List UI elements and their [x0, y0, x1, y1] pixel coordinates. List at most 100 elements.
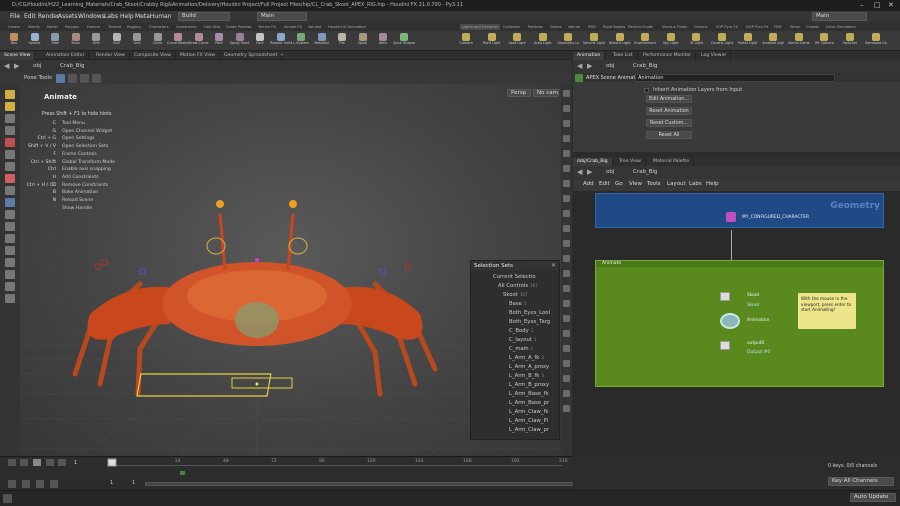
- selection-set-item[interactable]: L_Arm_B_proxy: [471, 380, 561, 389]
- shelf-tab[interactable]: Viscous Fluids: [662, 24, 687, 30]
- tab-geometry-spreadsheet[interactable]: Geometry Spreadsheet: [220, 52, 283, 60]
- shelf-tool[interactable]: Environment Light: [634, 32, 656, 50]
- shelf-tab[interactable]: Lights and Cameras: [460, 24, 500, 30]
- shelf-tool[interactable]: Spray Paint: [229, 32, 251, 50]
- network-menu-view[interactable]: View: [629, 181, 642, 187]
- display-option-icon[interactable]: [563, 240, 570, 247]
- back-icon[interactable]: ◀: [4, 62, 9, 70]
- tool-icon[interactable]: [92, 74, 101, 83]
- selection-set-item[interactable]: C_layout 1: [471, 335, 561, 344]
- shelf-tool[interactable]: Geometry Light: [557, 32, 579, 50]
- selection-set-item[interactable]: Both_Eyes_Targ: [471, 317, 561, 326]
- selection-set-item[interactable]: L_Arm_Claw_pr: [471, 425, 561, 434]
- shelf-tool[interactable]: Spiral: [352, 32, 374, 50]
- menu-metahuman[interactable]: MetaHuman: [135, 11, 172, 23]
- tab-render-view[interactable]: Render View: [92, 52, 130, 60]
- tool-icon[interactable]: [5, 126, 15, 135]
- path-node[interactable]: Crab_Big: [60, 63, 85, 69]
- persp-dropdown[interactable]: Persp: [507, 89, 531, 97]
- tool-icon[interactable]: [5, 174, 15, 183]
- edit-animation-button[interactable]: Edit Animation...: [646, 95, 692, 103]
- shelf-tool[interactable]: Camera: [455, 32, 477, 50]
- display-option-icon[interactable]: [563, 390, 570, 397]
- shelf-tool[interactable]: Stereo Camera: [788, 32, 810, 50]
- audio-icon[interactable]: [50, 480, 58, 488]
- shelf-tool[interactable]: Caustic Light: [711, 32, 733, 50]
- shelf-tool[interactable]: File: [331, 32, 353, 50]
- reset-animation-button[interactable]: Reset Animation: [646, 107, 692, 115]
- shelf-tab[interactable]: Deform: [87, 24, 100, 30]
- inherit-checkbox[interactable]: [644, 88, 649, 93]
- shelf-tab[interactable]: Collisions: [503, 24, 520, 30]
- shelf-tool[interactable]: Platonic Solids: [270, 32, 292, 50]
- minimize-icon[interactable]: –: [860, 0, 864, 11]
- tab-material-palette[interactable]: Material Palette: [649, 158, 695, 166]
- shelf-tab[interactable]: Guide Process: [226, 24, 251, 30]
- tab-scene-view[interactable]: Scene View: [0, 52, 36, 60]
- shelf-tool[interactable]: Circle: [147, 32, 169, 50]
- path-obj[interactable]: obj: [606, 169, 614, 175]
- display-option-icon[interactable]: [563, 285, 570, 292]
- shelf-tab[interactable]: Oceans: [694, 24, 707, 30]
- display-option-icon[interactable]: [563, 150, 570, 157]
- shelf-tab[interactable]: RBD: [588, 24, 596, 30]
- keyframe-icon[interactable]: [22, 480, 30, 488]
- display-option-icon[interactable]: [563, 255, 570, 262]
- display-option-icon[interactable]: [563, 105, 570, 112]
- shelf-tool[interactable]: Font: [249, 32, 271, 50]
- tab-composite-view[interactable]: Composite View: [130, 52, 176, 60]
- realtime-toggle-icon[interactable]: [8, 480, 16, 488]
- status-icon[interactable]: [3, 494, 12, 503]
- display-option-icon[interactable]: [563, 315, 570, 322]
- shelf-tab[interactable]: Wires: [790, 24, 800, 30]
- selection-set-item[interactable]: Both_Eyes_Lool: [471, 308, 561, 317]
- configured-character-node[interactable]: [726, 212, 736, 222]
- build-dropdown[interactable]: Build: [178, 12, 230, 21]
- display-option-icon[interactable]: [563, 195, 570, 202]
- shelf-tab[interactable]: Drive Simulation: [826, 24, 856, 30]
- shelf-tab[interactable]: SOP Pyro FX: [716, 24, 738, 30]
- auto-update-dropdown[interactable]: Auto Update: [850, 493, 896, 502]
- shelf-tool[interactable]: Path: [208, 32, 230, 50]
- shelf-tool[interactable]: Helix: [372, 32, 394, 50]
- menu-file[interactable]: File: [10, 11, 20, 23]
- shelf-tab[interactable]: Constraints: [176, 24, 197, 30]
- tool-icon[interactable]: [5, 138, 15, 147]
- desktop-dropdown[interactable]: Main: [257, 12, 307, 21]
- tool-icon[interactable]: [5, 270, 15, 279]
- network-menu-layout[interactable]: Layout: [667, 181, 686, 187]
- shelf-tab[interactable]: Particles: [528, 24, 543, 30]
- selection-set-item[interactable]: L_Arm_A_proxy: [471, 362, 561, 371]
- pose-tools-label[interactable]: Pose Tools: [24, 75, 52, 81]
- shelf-tab[interactable]: Simple FX: [284, 24, 302, 30]
- current-frame-marker[interactable]: [107, 458, 117, 467]
- shelf-tool[interactable]: Point Light: [481, 32, 503, 50]
- shelf-tool[interactable]: Portal Light: [737, 32, 759, 50]
- shelf-tab[interactable]: Grains: [550, 24, 562, 30]
- shelf-tool[interactable]: Distant Light: [609, 32, 631, 50]
- display-option-icon[interactable]: [563, 225, 570, 232]
- tab-animation[interactable]: Animation: [573, 52, 606, 60]
- sticky-note[interactable]: With the mouse in the viewport, press en…: [798, 293, 856, 329]
- loop-icon[interactable]: [36, 480, 44, 488]
- tool-icon[interactable]: [5, 282, 15, 291]
- menu-windows[interactable]: Windows: [78, 11, 105, 23]
- shelf-tool[interactable]: Sphere: [24, 32, 46, 50]
- display-option-icon[interactable]: [563, 90, 570, 97]
- keyframe-marker[interactable]: [180, 471, 185, 475]
- shelf-tool[interactable]: Torus: [65, 32, 87, 50]
- shelf-tab[interactable]: Terrain FX: [258, 24, 276, 30]
- menu-labs[interactable]: Labs: [104, 11, 118, 23]
- display-option-icon[interactable]: [563, 360, 570, 367]
- play-icon[interactable]: [46, 459, 54, 466]
- shelf-tool[interactable]: Draw Curve: [188, 32, 210, 50]
- network-menu-add[interactable]: Add: [583, 181, 594, 187]
- selection-set-item[interactable]: L_Arm_Base_pr: [471, 398, 561, 407]
- shelf-tab[interactable]: Texture: [108, 24, 121, 30]
- tool-icon[interactable]: [80, 74, 89, 83]
- tab-network[interactable]: /obj/Crab_Big: [573, 158, 613, 166]
- tab-take-list[interactable]: Take List: [609, 52, 638, 60]
- selection-set-item[interactable]: Skoot 167: [471, 290, 561, 299]
- current-frame-field[interactable]: 1: [74, 460, 77, 466]
- selection-set-item[interactable]: Current Selectio: [471, 272, 561, 281]
